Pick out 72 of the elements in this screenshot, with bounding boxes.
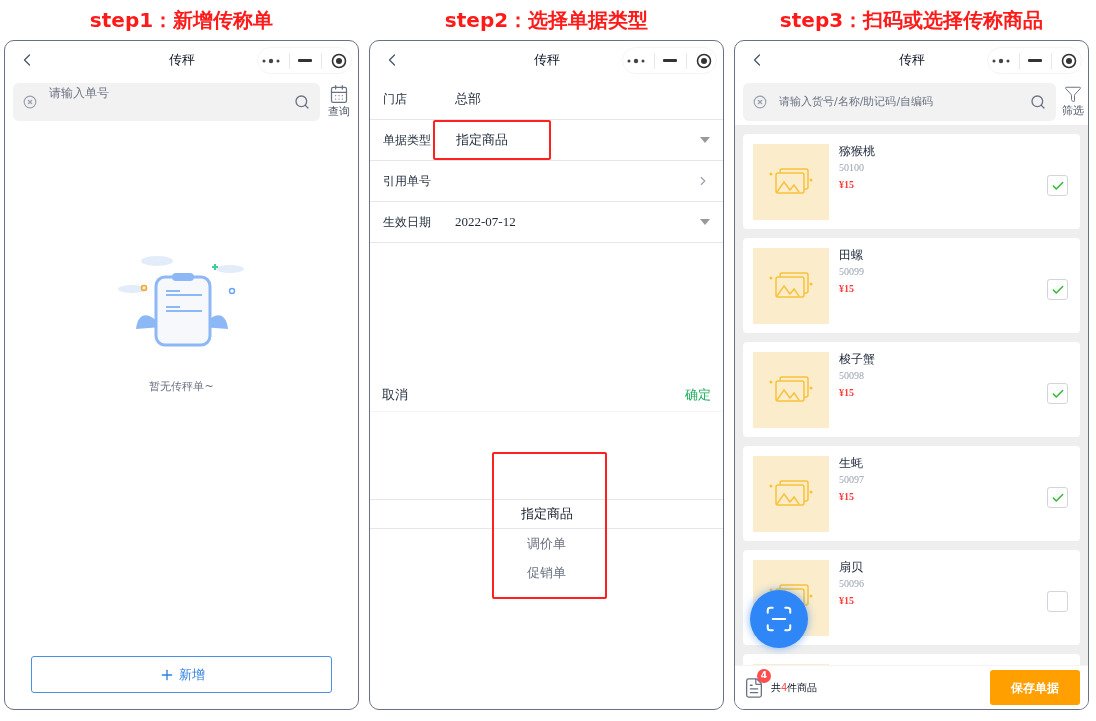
search-field[interactable]: 请输入单号 [49,83,294,103]
product-name: 猕猴桃 [839,143,875,160]
cancel-button[interactable]: 取消 [382,384,408,405]
menu-capsule[interactable] [622,47,717,74]
product-code: 50098 [839,369,865,383]
more-icon[interactable] [627,57,646,64]
product-price: ¥15 [839,282,855,296]
product-card[interactable]: 田螺 50099 ¥15 [743,238,1080,333]
count-badge: 4 [757,668,771,683]
product-price: ¥15 [839,490,855,504]
filter-label[interactable]: 筛选 [1062,102,1084,120]
minimize-icon[interactable] [663,59,678,62]
minimize-icon[interactable] [1028,59,1043,62]
minimize-icon[interactable] [298,59,313,62]
page-title: 传秤 [168,51,195,70]
picker-option[interactable]: 指定商品 [370,499,723,529]
close-icon[interactable] [330,52,347,69]
field-label: 门店 [383,91,408,108]
checkbox[interactable] [1047,487,1068,508]
close-icon[interactable] [695,52,712,69]
step-heading: step1：新增传称单 [88,7,275,34]
product-code: 50100 [839,161,865,175]
field-label: 生效日期 [383,214,432,231]
page-title: 传秤 [533,51,560,70]
step-heading: step3：扫码或选择传称商品 [778,7,1045,34]
dropdown-caret-icon[interactable] [700,137,710,143]
step-heading: step2：选择单据类型 [443,7,650,34]
field-value[interactable]: 指定商品 [433,120,551,160]
page-title: 传秤 [898,51,925,70]
product-name: 梭子蟹 [839,351,875,368]
product-price: ¥15 [839,594,855,608]
field-label: 单据类型 [383,132,432,149]
product-code: 50096 [839,577,864,591]
product-card[interactable]: 扇贝 50096 ¥15 [743,550,1080,645]
menu-capsule[interactable] [987,47,1082,74]
product-name: 扇贝 [839,559,864,576]
calendar-icon[interactable] [329,83,349,104]
product-code: 50099 [839,265,864,279]
product-card[interactable]: 生蚝 50097 ¥15 [743,446,1080,541]
field-value[interactable]: 总部 [455,89,481,109]
scan-icon [764,604,794,634]
product-price: ¥15 [839,178,855,192]
more-icon[interactable] [262,57,281,64]
checkbox[interactable] [1047,383,1068,404]
query-label[interactable]: 查询 [328,103,350,121]
search-field[interactable]: 请输入货号/名称/助记码/自编码 [779,93,1030,111]
search-icon[interactable] [294,94,310,110]
product-name: 生蚝 [839,455,864,472]
empty-state-text: 暂无传秤单~ [149,379,214,395]
product-code: 50097 [839,473,864,487]
menu-capsule[interactable] [257,47,352,74]
field-value[interactable]: 2022-07-12 [455,212,516,232]
close-icon[interactable] [1060,52,1077,69]
picker-option[interactable]: 促销单 [370,558,723,587]
checkbox[interactable] [1047,279,1068,300]
product-card[interactable]: 猕猴桃 50100 ¥15 [743,134,1080,229]
product-name: 田螺 [839,247,864,264]
search-bar[interactable]: 请输入货号/名称/助记码/自编码 [743,83,1056,121]
field-label: 引用单号 [383,173,432,190]
checkbox[interactable] [1047,175,1068,196]
picker-option[interactable]: 调价单 [370,529,723,558]
add-button[interactable]: 新增 [31,656,332,693]
more-icon[interactable] [992,57,1011,64]
product-price: ¥15 [839,386,855,400]
search-bar[interactable]: 请输入单号 [13,83,320,121]
item-count-text: 共4件商品 [771,681,818,695]
dropdown-caret-icon[interactable] [700,219,710,225]
product-card[interactable]: 梭子蟹 50098 ¥15 [743,342,1080,437]
checkbox[interactable] [1047,591,1068,612]
search-icon[interactable] [1030,94,1046,110]
list-icon[interactable] [743,676,765,699]
filter-icon[interactable] [1064,84,1082,103]
